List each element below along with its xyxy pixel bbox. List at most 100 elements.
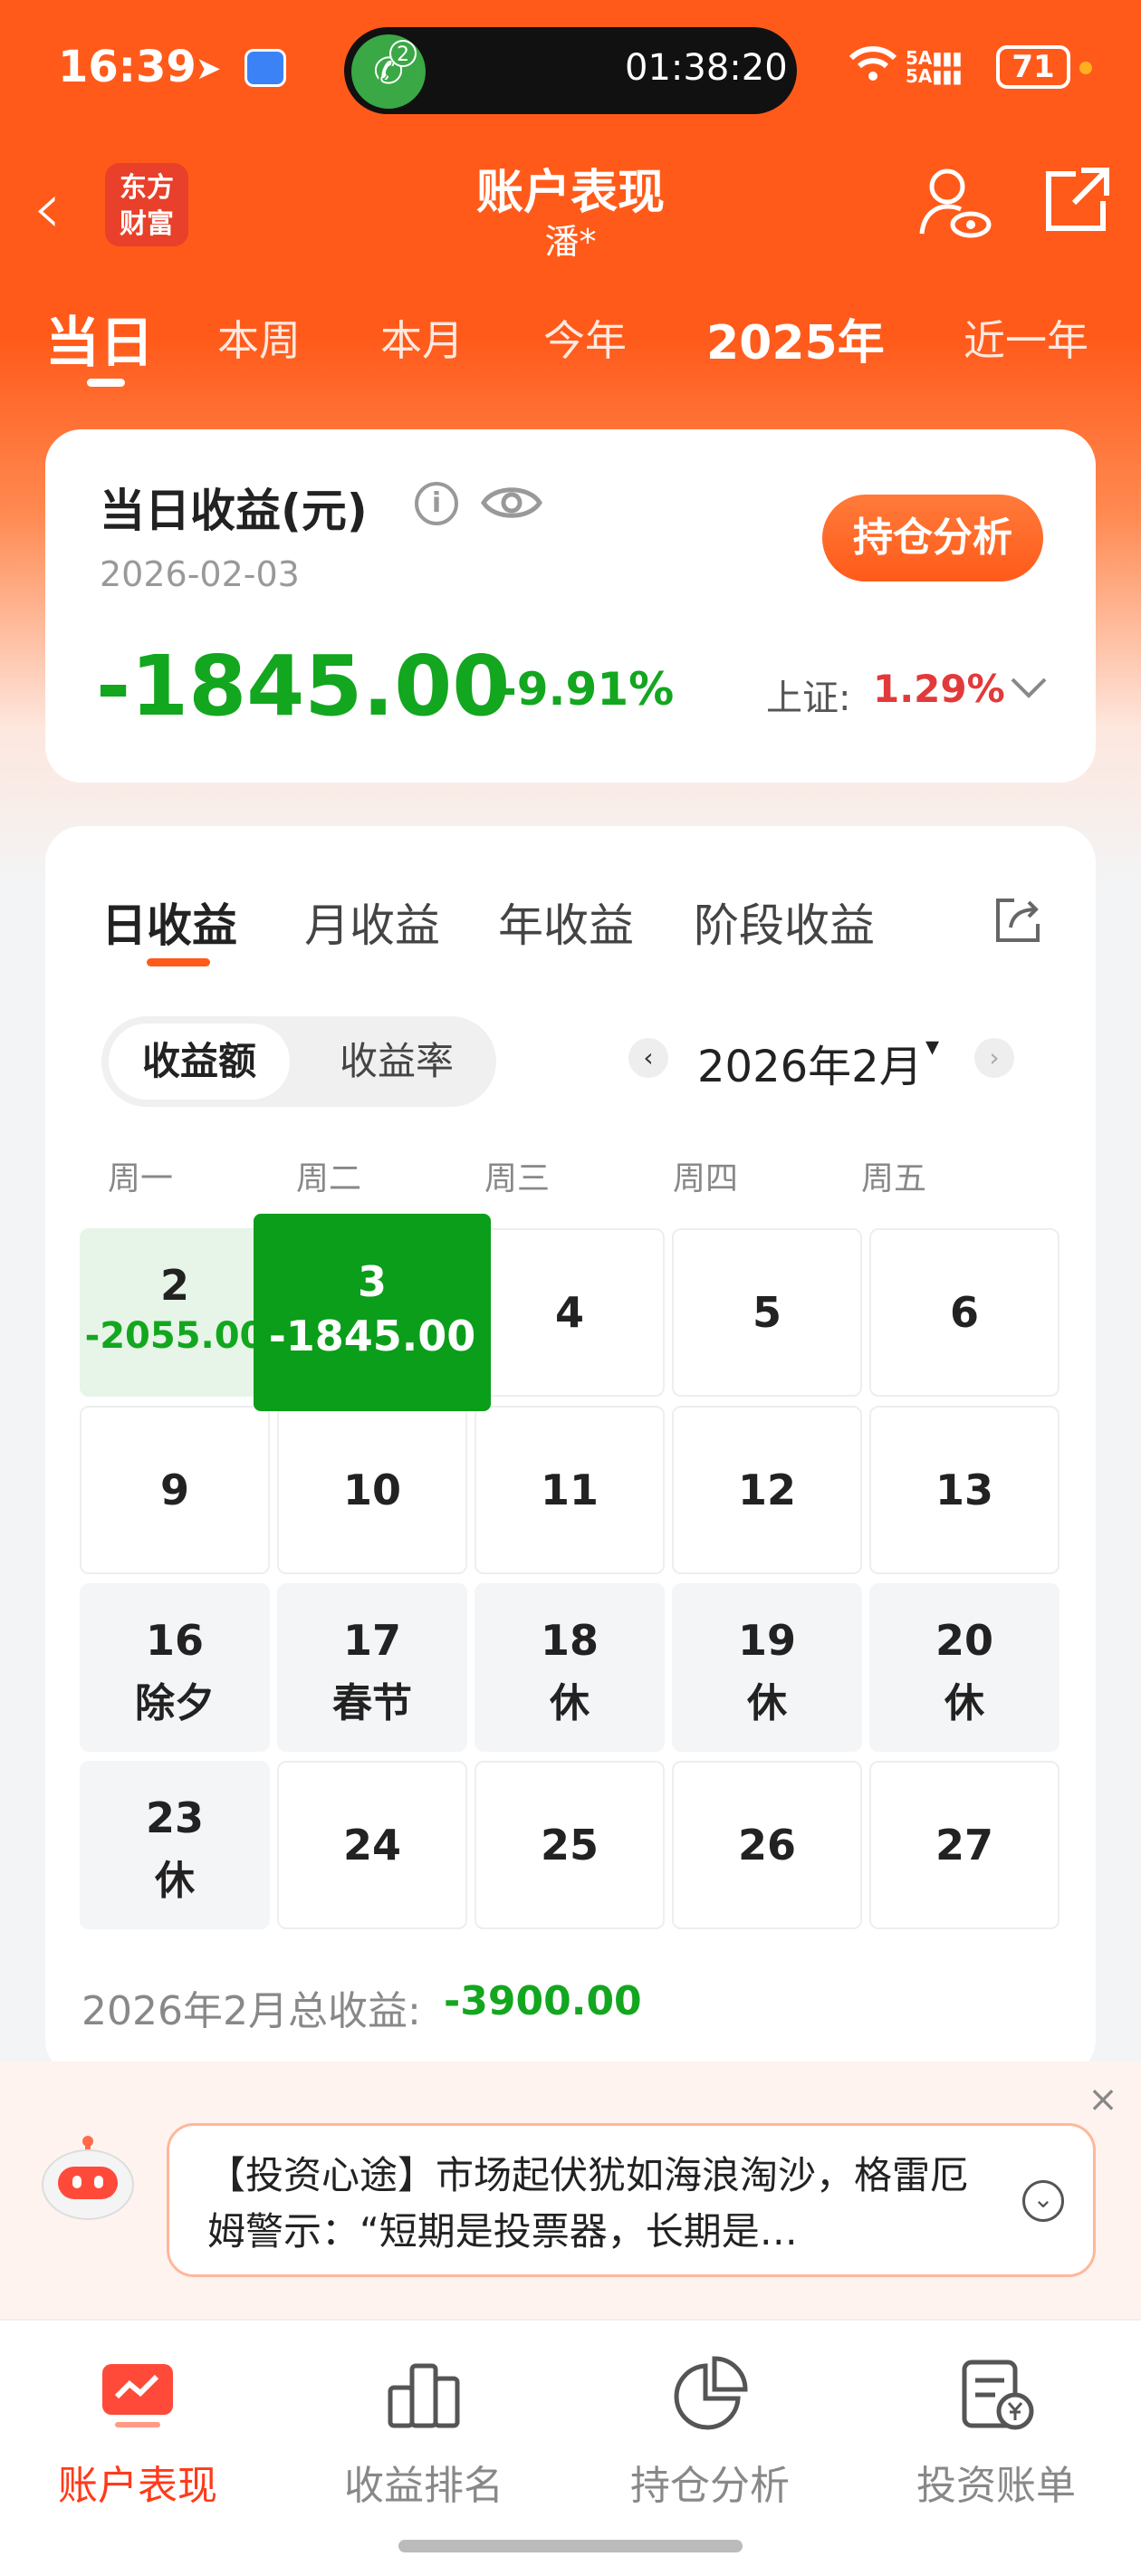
calendar-day-value: 休: [155, 1858, 195, 1904]
calendar-day-value: 休: [550, 1680, 590, 1726]
weekday-fri: 周五: [860, 1160, 926, 1197]
month-selector[interactable]: 2026年2月: [697, 1031, 923, 1094]
tip-text: 【投资心途】市场起伏犹如海浪淘沙，格雷厄姆警示：“短期是投票器，长期是…: [207, 2153, 969, 2254]
tab-this-week[interactable]: 本周: [217, 308, 301, 368]
export-icon[interactable]: [991, 893, 1045, 947]
calendar-day-number: 11: [540, 1466, 599, 1514]
calendar-day-17[interactable]: 17 春节: [277, 1583, 467, 1752]
call-timer: 01:38:20: [625, 47, 788, 89]
caret-down-icon[interactable]: ▾: [925, 1031, 939, 1062]
index-value: 1.29%: [873, 667, 1005, 711]
calendar-day-20[interactable]: 20 休: [869, 1583, 1060, 1752]
tip-bubble[interactable]: 【投资心途】市场起伏犹如海浪淘沙，格雷厄姆警示：“短期是投票器，长期是… ⌄: [167, 2123, 1096, 2277]
privacy-user-icon[interactable]: [916, 165, 992, 241]
share-icon[interactable]: [1040, 165, 1112, 237]
calendar-day-13[interactable]: 13: [869, 1406, 1060, 1574]
calendar-day-18[interactable]: 18 休: [475, 1583, 665, 1752]
tab-period-returns[interactable]: 阶段收益: [694, 889, 875, 955]
calendar-day-4[interactable]: 4: [475, 1228, 665, 1397]
weekday-mon: 周一: [107, 1160, 173, 1197]
calendar-day-number: 18: [540, 1616, 599, 1665]
prev-month-button[interactable]: ‹: [628, 1038, 668, 1078]
telegram-icon: ➤: [196, 51, 222, 87]
calendar-day-16[interactable]: 16 除夕: [80, 1583, 270, 1752]
calendar-day-3[interactable]: 3 -1845.00: [254, 1214, 491, 1411]
calendar-day-6[interactable]: 6: [869, 1228, 1060, 1397]
weekday-tue: 周二: [295, 1160, 361, 1197]
account-performance-icon: [97, 2353, 178, 2435]
nav-holding-analysis[interactable]: 持仓分析: [574, 2353, 846, 2511]
calendar-day-11[interactable]: 11: [475, 1406, 665, 1574]
calendar-day-12[interactable]: 12: [672, 1406, 862, 1574]
tab-last-year[interactable]: 近一年: [964, 308, 1088, 368]
calendar-day-9[interactable]: 9: [80, 1406, 270, 1574]
battery-level: 71: [1012, 49, 1055, 85]
metric-toggle: 收益额 收益率: [101, 1016, 496, 1107]
daily-profit-percent: -9.91%: [498, 663, 675, 716]
calendar-day-number: 16: [145, 1616, 204, 1665]
weekday-wed: 周三: [484, 1160, 550, 1197]
next-month-button[interactable]: ›: [974, 1038, 1014, 1078]
message-icon: [244, 49, 286, 87]
weekday-thu: 周四: [672, 1160, 738, 1197]
nav-account-performance[interactable]: 账户表现: [2, 2353, 273, 2511]
tab-this-year[interactable]: 今年: [543, 308, 627, 368]
calendar-day-27[interactable]: 27: [869, 1761, 1060, 1929]
logo-line-2: 财富: [120, 208, 174, 240]
chevron-down-icon[interactable]: [1009, 667, 1049, 706]
holding-analysis-button[interactable]: 持仓分析: [822, 495, 1043, 582]
calendar-day-number: 3: [357, 1257, 387, 1306]
close-icon[interactable]: ×: [1083, 2080, 1123, 2119]
tab-today[interactable]: 当日: [45, 299, 154, 378]
app-header: ‹ 东方 财富 账户表现 潘*: [0, 145, 1141, 281]
calendar-day-5[interactable]: 5: [672, 1228, 862, 1397]
calendar-day-number: 24: [342, 1821, 401, 1870]
pie-chart-icon: [669, 2353, 751, 2435]
summary-title: 当日收益(元): [100, 485, 368, 537]
tab-this-month[interactable]: 本月: [380, 308, 464, 368]
expand-icon[interactable]: ⌄: [1022, 2180, 1064, 2222]
calendar-day-number: 20: [935, 1616, 993, 1665]
signal-label-2: 5A: [906, 65, 933, 87]
tab-2025[interactable]: 2025年: [706, 304, 885, 372]
index-label: 上证:: [766, 678, 851, 719]
calendar-day-number: 25: [540, 1821, 599, 1870]
status-time: 16:39: [58, 42, 197, 92]
calendar-day-24[interactable]: 24: [277, 1761, 467, 1929]
calendar-day-23[interactable]: 23 休: [80, 1761, 270, 1929]
account-name: 潘*: [544, 222, 597, 262]
month-total-label: 2026年2月总收益:: [82, 1988, 421, 2034]
daily-profit-amount: -1845.00: [96, 638, 511, 735]
calendar-day-number: 9: [159, 1466, 189, 1514]
eye-icon[interactable]: [480, 480, 543, 525]
toggle-amount[interactable]: 收益额: [109, 1024, 290, 1100]
returns-tab-indicator: [147, 958, 210, 966]
nav-investment-bill[interactable]: 投资账单: [860, 2353, 1132, 2511]
calendar-day-25[interactable]: 25: [475, 1761, 665, 1929]
tab-daily-returns[interactable]: 日收益: [101, 889, 237, 955]
calendar-day-19[interactable]: 19 休: [672, 1583, 862, 1752]
toggle-rate[interactable]: 收益率: [306, 1024, 487, 1100]
robot-assistant-icon[interactable]: [38, 2134, 138, 2221]
calendar-day-26[interactable]: 26: [672, 1761, 862, 1929]
calendar-day-number: 23: [145, 1793, 204, 1842]
calendar-day-2[interactable]: 2 -2055.00: [80, 1228, 270, 1397]
bill-icon: [955, 2353, 1037, 2435]
logo-line-1: 东方: [120, 172, 174, 204]
back-button[interactable]: ‹: [33, 172, 96, 254]
nav-label: 投资账单: [916, 2463, 1076, 2509]
nav-ranking[interactable]: 收益排名: [288, 2353, 560, 2511]
home-indicator[interactable]: [398, 2540, 743, 2552]
calendar-day-number: 2: [159, 1261, 189, 1310]
cell-signal-icon: 5A▮▮▮ 5A▮▮▮: [906, 47, 963, 87]
tab-monthly-returns[interactable]: 月收益: [304, 889, 440, 955]
tab-yearly-returns[interactable]: 年收益: [498, 889, 634, 955]
calendar-day-value: -1845.00: [268, 1312, 476, 1360]
calendar-day-number: 13: [935, 1466, 993, 1514]
calendar-day-number: 12: [737, 1466, 796, 1514]
calendar-day-number: 5: [752, 1288, 781, 1337]
daily-summary-card: 当日收益(元) i 2026-02-03 持仓分析 -1845.00 -9.91…: [45, 429, 1096, 783]
info-icon[interactable]: i: [415, 482, 458, 525]
calendar-day-10[interactable]: 10: [277, 1406, 467, 1574]
returns-card: 日收益 月收益 年收益 阶段收益 收益额 收益率 ‹ 2026年2月 ▾ › 周…: [45, 826, 1096, 2076]
